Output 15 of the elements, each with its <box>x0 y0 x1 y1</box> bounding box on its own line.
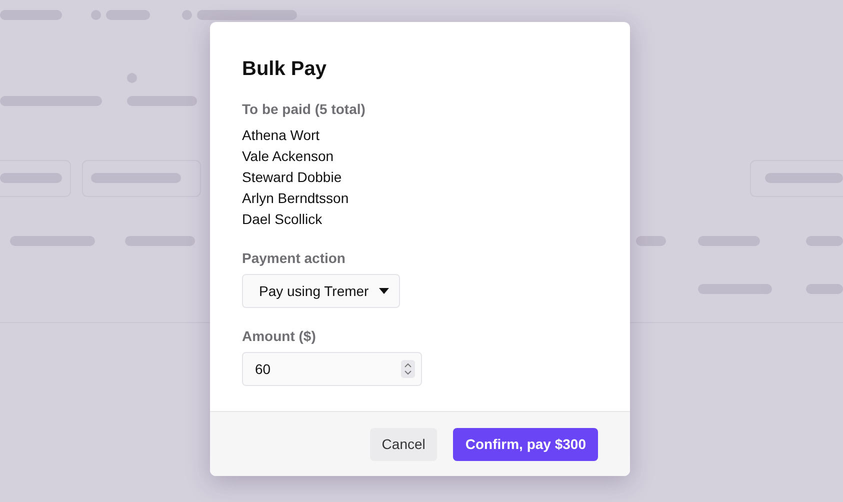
stepper-icon <box>401 360 415 378</box>
confirm-button[interactable]: Confirm, pay $300 <box>453 428 598 460</box>
dialog-title: Bulk Pay <box>242 58 328 81</box>
payee-name: Athena Wort <box>242 126 321 145</box>
cancel-button[interactable]: Cancel <box>370 428 438 460</box>
section-label: To be paid (5 total) <box>242 101 366 117</box>
field-label: Amount ($) <box>242 328 317 344</box>
payee-name: Dael Scollick <box>242 210 324 229</box>
amount-field[interactable]: 60 <box>242 352 422 386</box>
field-label: Payment action <box>242 250 346 266</box>
payment-action-dropdown[interactable]: Pay using Tremer <box>242 274 400 308</box>
payee-name: Arlyn Berndtsson <box>242 189 350 208</box>
payee-name: Vale Ackenson <box>242 147 335 166</box>
payee-name: Steward Dobbie <box>242 168 343 187</box>
caret-down-icon <box>378 288 389 294</box>
